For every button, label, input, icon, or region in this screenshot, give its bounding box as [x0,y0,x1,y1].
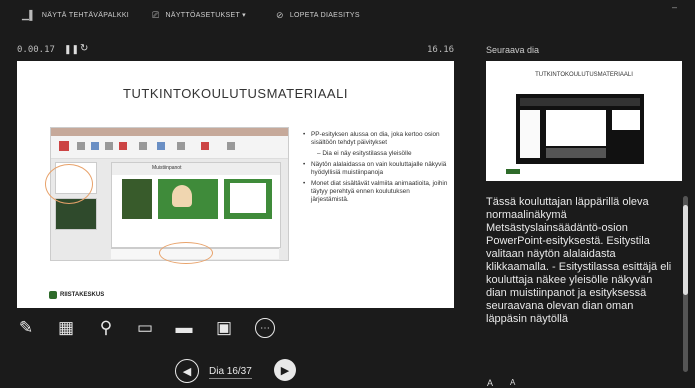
display-settings-label: NÄYTTÖASETUKSET ▾ [165,12,246,19]
display-settings-button[interactable]: ⎚ NÄYTTÖASETUKSET ▾ [152,8,246,22]
show-taskbar-label: NÄYTÄ TEHTÄVÄPALKKI [41,11,130,19]
inner-notes-title: Muistiinpanot [152,165,182,171]
zoom-icon[interactable]: ⚲ [94,316,118,340]
riistakeskus-logo: RIISTAKESKUS [49,291,104,299]
more-options-icon[interactable]: ⋯ [253,316,277,340]
clock-time: 16.16 [427,45,455,55]
camera-icon[interactable]: ▣ [212,316,236,340]
previous-slide-button[interactable]: ◀ [175,359,199,383]
decrease-font-icon[interactable]: A [510,378,515,387]
end-slideshow-icon: ⊘ [276,9,284,20]
pause-timer-icon[interactable]: ❚❚ [64,44,79,55]
highlight-ellipse [45,164,93,204]
bullet-item: Monet diat sisältävät valmiita animaatio… [303,180,448,204]
end-slideshow-label: LOPETA DIAESITYS [289,11,360,19]
show-taskbar-button[interactable]: ▁▌ NÄYTÄ TEHTÄVÄPALKKI [22,8,129,22]
pen-icon[interactable]: ✎ [14,316,38,340]
display-settings-icon: ⎚ [152,9,160,20]
end-slideshow-button[interactable]: ⊘ LOPETA DIAESITYS [276,8,360,22]
elapsed-time: 0.00.17 [17,45,55,55]
restart-timer-icon[interactable]: ↻ [80,43,88,54]
presenter-toolbar: ▁▌ NÄYTÄ TEHTÄVÄPALKKI ⎚ NÄYTTÖASETUKSET… [0,0,695,30]
notes-scrollbar-thumb[interactable] [683,205,688,295]
slide-counter[interactable]: Dia 16/37 [209,366,252,379]
current-slide: TUTKINTOKOULUTUSMATERIAALI Muistiinpanot [17,61,454,308]
next-slide-label: Seuraava dia [486,45,540,55]
taskbar-icon: ▁▌ [22,9,36,20]
subtitles-icon[interactable]: ▬ [172,316,196,340]
pointer-icon[interactable]: ▭ [133,316,157,340]
slide-title: TUTKINTOKOULUTUSMATERIAALI [123,86,348,101]
slide-embedded-screenshot: Muistiinpanot [45,127,289,264]
minimize-button[interactable]: – [672,2,677,12]
highlight-ellipse-notes [159,242,213,264]
sub-bullet-item: – Dia ei näy esitystilassa yleisölle [317,150,412,157]
bullet-item: Näytön alalaidassa on vain kouluttajalle… [303,161,448,177]
all-slides-icon[interactable]: ▦ [54,316,78,340]
next-slide-preview[interactable]: TUTKINTOKOULUTUSMATERIAALI [486,61,682,181]
next-slide-title: TUTKINTOKOULUTUSMATERIAALI [535,72,633,78]
bullet-item: PP-esityksen alussa on dia, joka kertoo … [303,131,448,147]
speaker-notes: Tässä kouluttajan läppärillä oleva norma… [486,196,672,325]
next-slide-button[interactable]: ▶ [274,359,296,381]
slide-bullets: PP-esityksen alussa on dia, joka kertoo … [303,131,448,207]
